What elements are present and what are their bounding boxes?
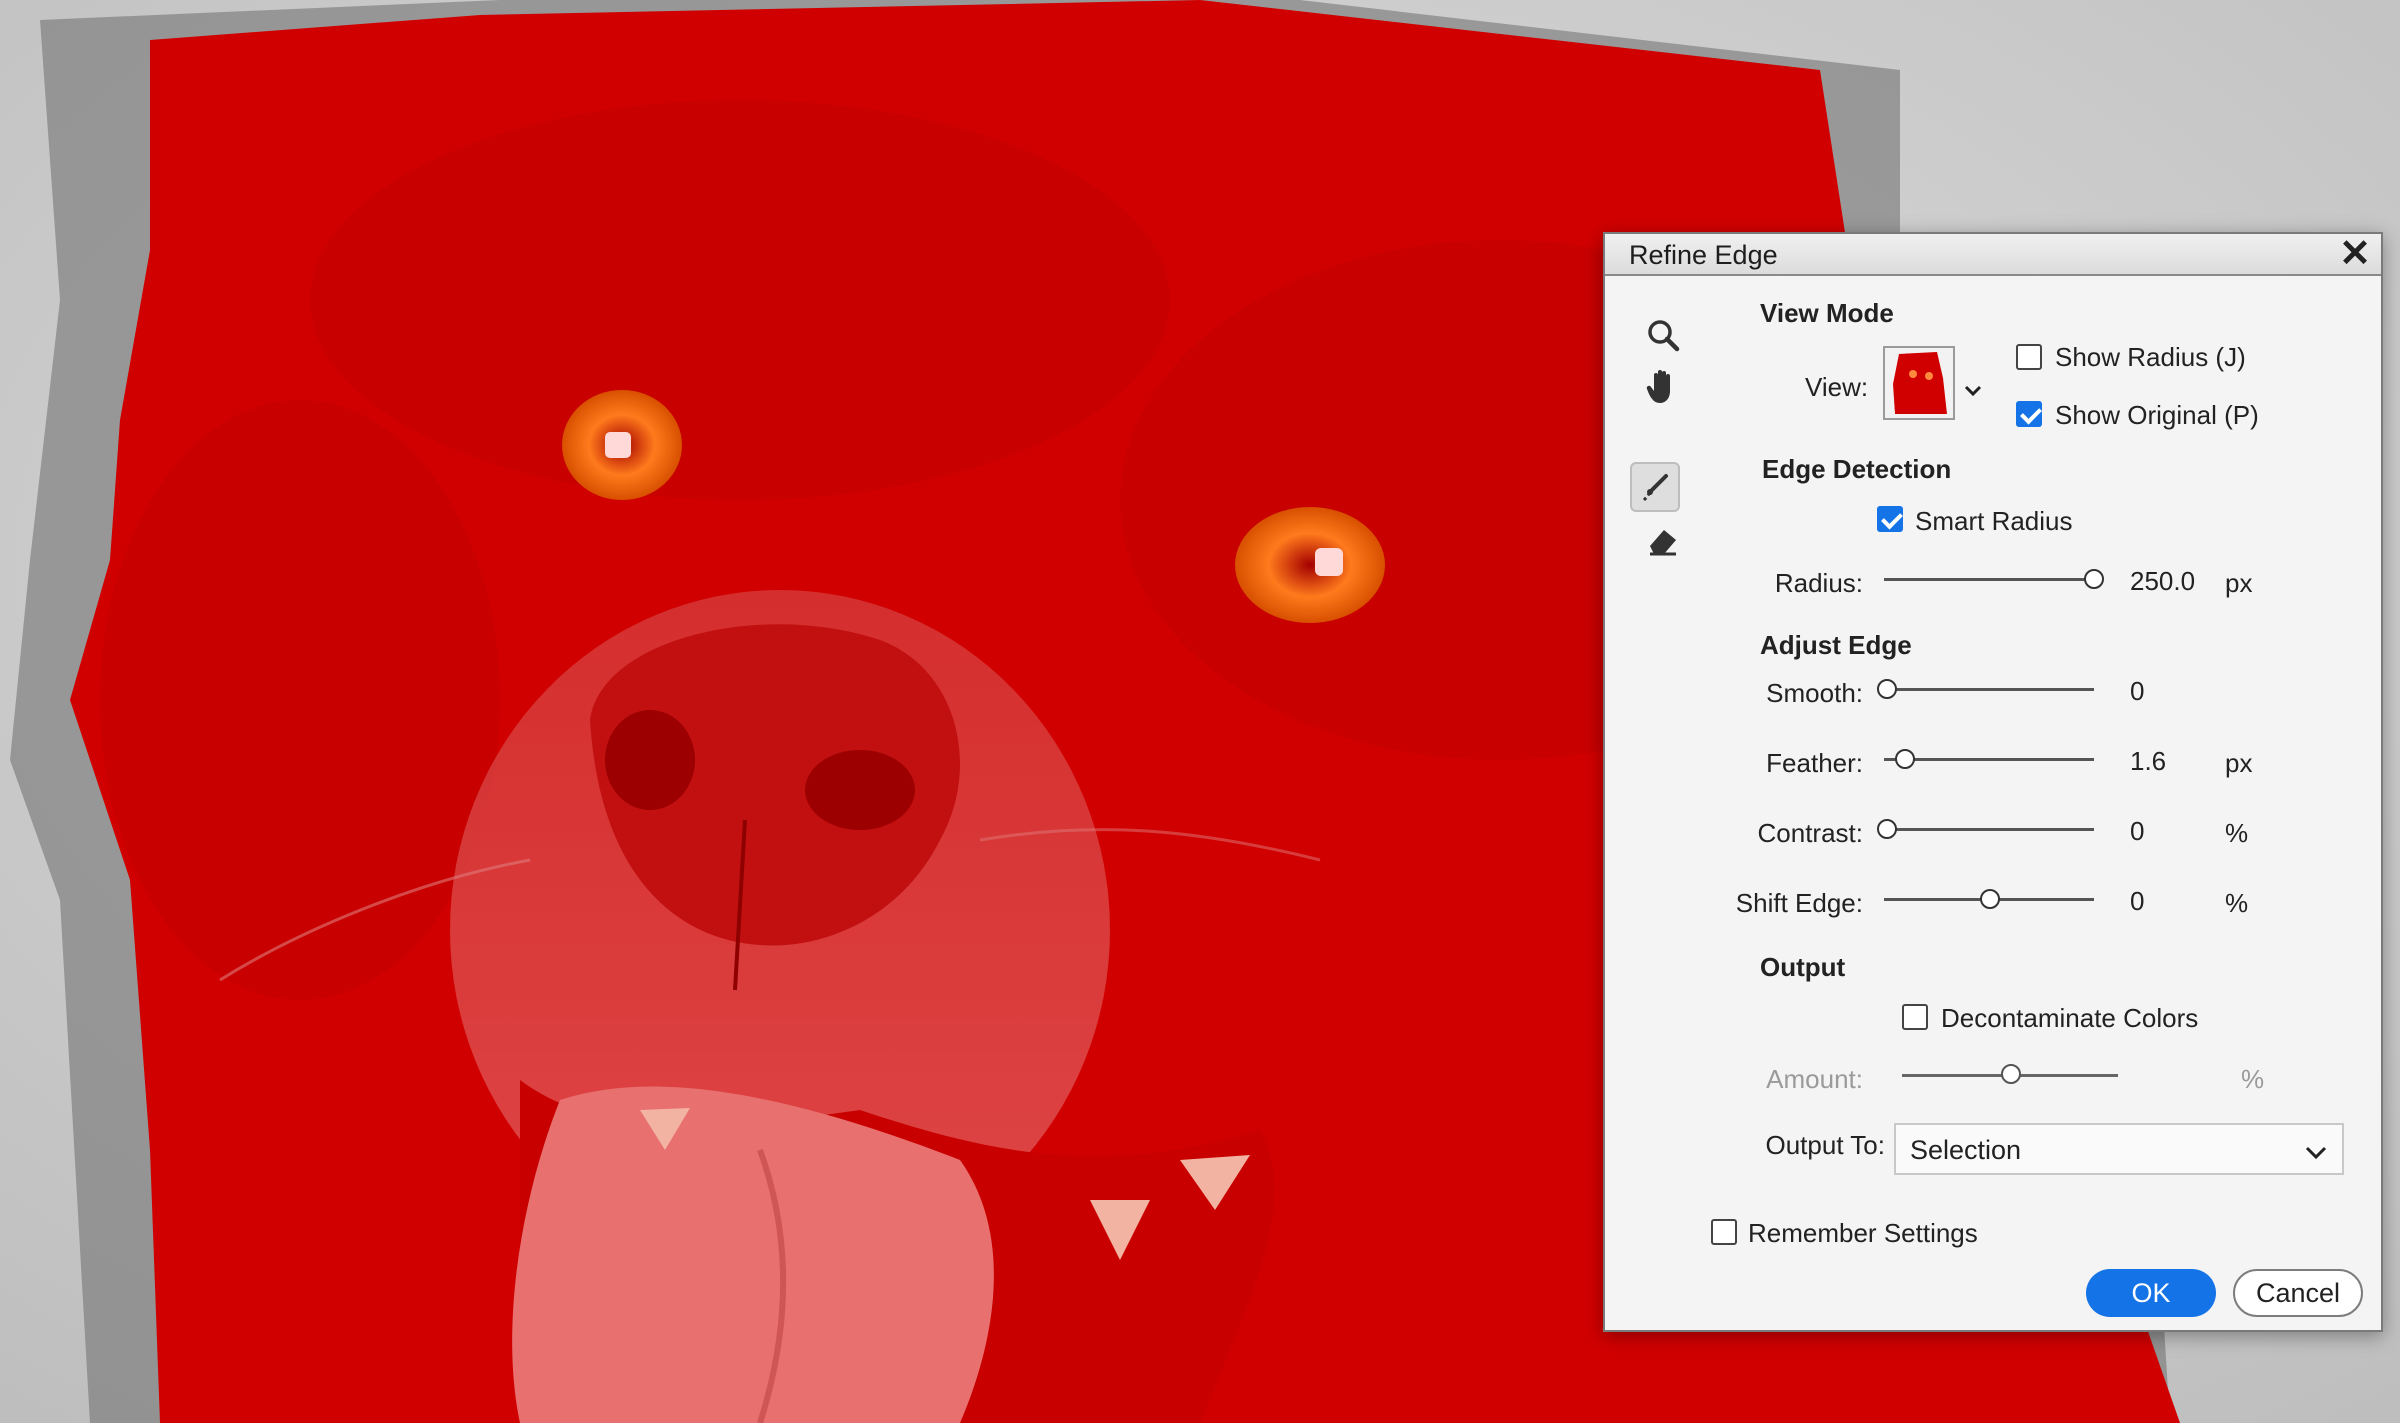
feather-slider-thumb[interactable] (1895, 749, 1915, 769)
contrast-slider-thumb[interactable] (1877, 819, 1897, 839)
output-to-label: Output To: (1765, 1130, 1886, 1160)
dialog-title: Refine Edge (1629, 240, 1778, 270)
ok-button[interactable]: OK (2086, 1269, 2216, 1317)
refine-radius-tool-icon[interactable] (1630, 462, 1680, 512)
smooth-label: Smooth: (1766, 678, 1863, 708)
smooth-slider-track[interactable] (1884, 688, 2094, 691)
remember-settings-label: Remember Settings (1748, 1218, 1978, 1248)
dialog-titlebar[interactable]: Refine Edge ✕ (1605, 234, 2381, 276)
contrast-slider-track[interactable] (1884, 828, 2094, 831)
radius-slider-track[interactable] (1884, 578, 2094, 581)
shift-edge-slider-thumb[interactable] (1980, 889, 2000, 909)
output-heading: Output (1760, 952, 1846, 982)
decontaminate-colors-checkbox[interactable] (1902, 1004, 1928, 1030)
show-radius-label: Show Radius (J) (2055, 342, 2246, 372)
edge-detection-heading: Edge Detection (1762, 454, 1952, 484)
hand-tool-icon[interactable] (1638, 362, 1688, 412)
view-mode-thumbnail[interactable] (1883, 346, 1955, 420)
radius-value[interactable]: 250.0 (2130, 566, 2195, 597)
show-radius-checkbox[interactable] (2016, 344, 2042, 370)
output-to-select[interactable]: Selection (1894, 1123, 2344, 1175)
show-original-checkbox[interactable] (2016, 401, 2042, 427)
decontaminate-colors-label: Decontaminate Colors (1941, 1003, 2199, 1033)
view-mode-heading: View Mode (1760, 298, 1894, 328)
smart-radius-label: Smart Radius (1915, 506, 2073, 536)
contrast-label: Contrast: (1757, 818, 1864, 848)
zoom-tool-icon[interactable] (1638, 310, 1688, 360)
contrast-unit: % (2225, 818, 2249, 848)
close-icon[interactable]: ✕ (2339, 234, 2371, 274)
smooth-slider-thumb[interactable] (1877, 679, 1897, 699)
shift-edge-value[interactable]: 0 (2130, 886, 2144, 917)
adjust-edge-heading: Adjust Edge (1760, 630, 1912, 660)
refine-edge-dialog: Refine Edge ✕ View Mode View: Show Radiu… (1603, 232, 2383, 1332)
feather-unit: px (2225, 748, 2253, 778)
feather-slider-track[interactable] (1884, 758, 2094, 761)
erase-refinements-tool-icon[interactable] (1638, 516, 1688, 566)
output-to-value: Selection (1910, 1135, 2022, 1165)
amount-unit: % (2241, 1064, 2265, 1094)
radius-label: Radius: (1774, 568, 1863, 598)
shift-edge-unit: % (2225, 888, 2249, 918)
amount-slider-thumb (2001, 1064, 2021, 1084)
smooth-value[interactable]: 0 (2130, 676, 2144, 707)
amount-label: Amount: (1766, 1064, 1863, 1094)
feather-label: Feather: (1766, 748, 1863, 778)
contrast-value[interactable]: 0 (2130, 816, 2144, 847)
chevron-down-icon[interactable] (1963, 374, 1983, 405)
radius-unit: px (2225, 568, 2253, 598)
cancel-button[interactable]: Cancel (2233, 1269, 2363, 1317)
feather-value[interactable]: 1.6 (2130, 746, 2166, 777)
shift-edge-label: Shift Edge: (1735, 888, 1863, 918)
show-original-label: Show Original (P) (2055, 400, 2259, 430)
remember-settings-checkbox[interactable] (1711, 1219, 1737, 1245)
radius-slider-thumb[interactable] (2084, 569, 2104, 589)
chevron-down-icon (2304, 1137, 2328, 1168)
view-label: View: (1805, 372, 1869, 402)
smart-radius-checkbox[interactable] (1877, 506, 1903, 532)
